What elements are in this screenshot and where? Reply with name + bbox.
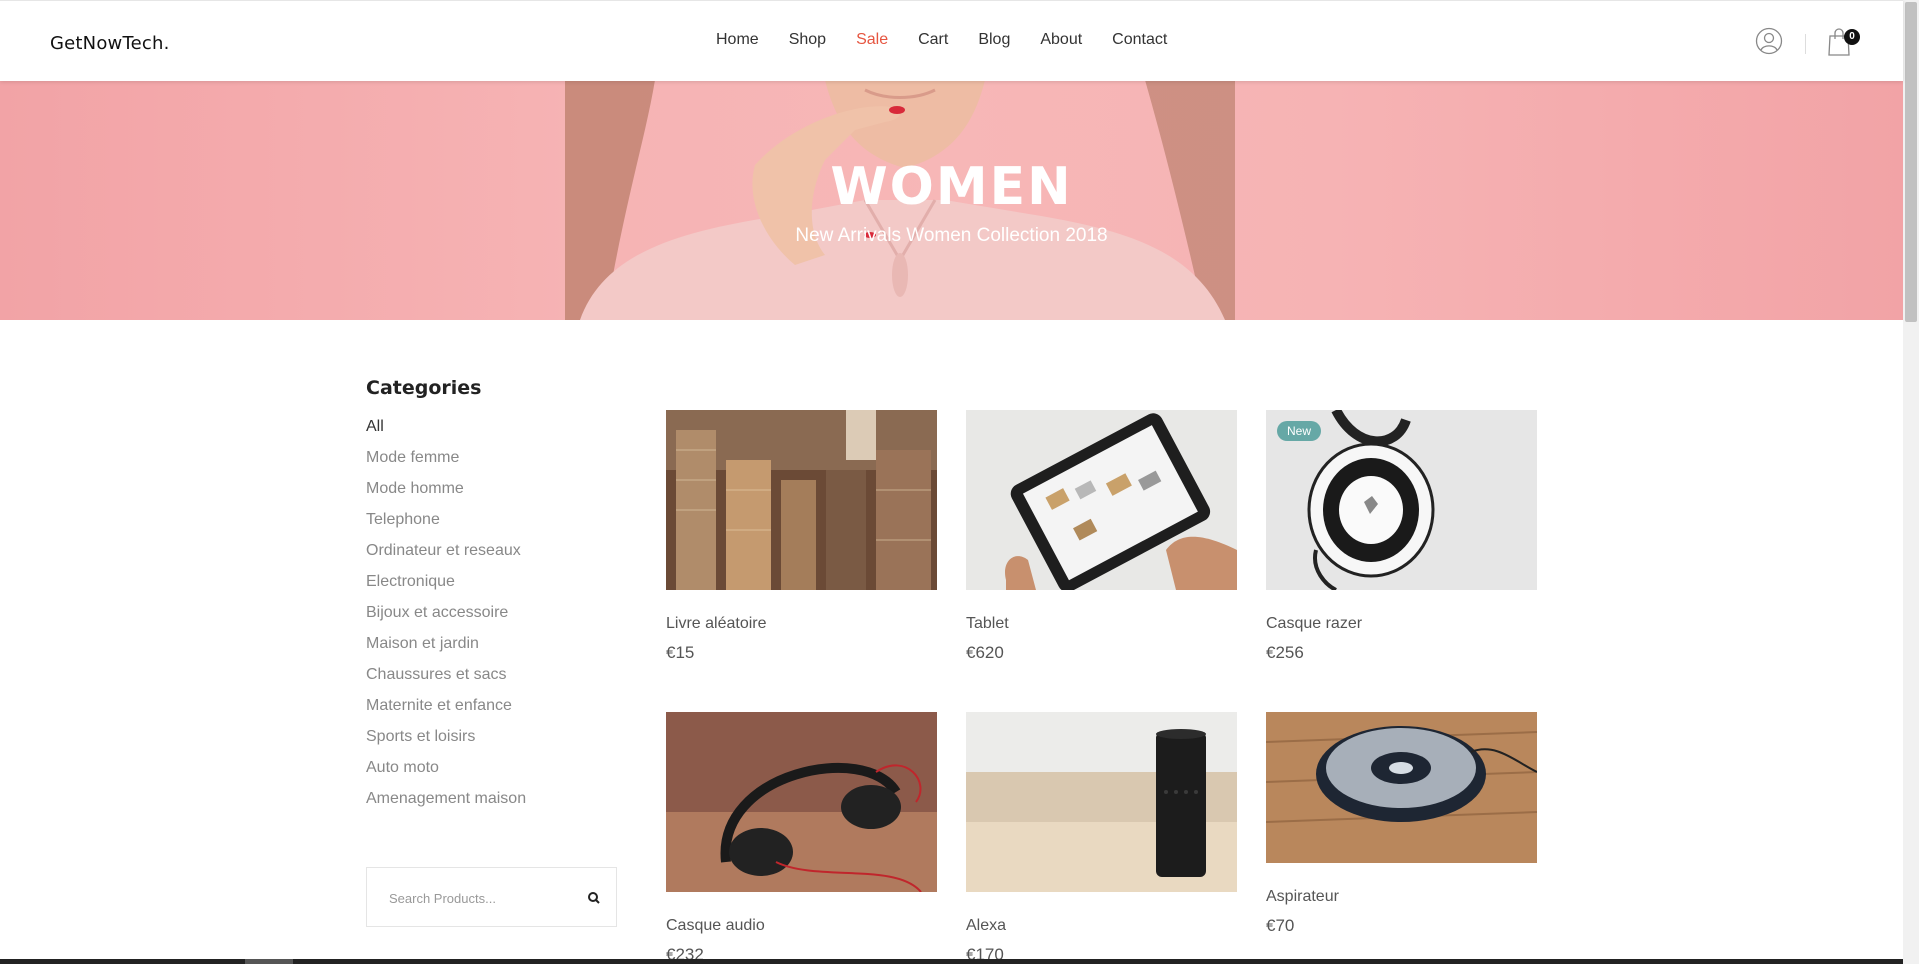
nav-blog[interactable]: Blog	[978, 31, 1010, 49]
category-all[interactable]: All	[366, 417, 526, 448]
site-header: GetNowTech. Home Shop Sale Cart Blog Abo…	[0, 0, 1903, 81]
search-input[interactable]	[389, 886, 569, 910]
product-name[interactable]: Casque audio	[666, 917, 937, 937]
nav-cart[interactable]: Cart	[918, 31, 948, 49]
product-price: €70	[1266, 916, 1295, 935]
nav-sale[interactable]: Sale	[856, 31, 888, 49]
product-card[interactable]: Tablet €620	[966, 410, 1237, 663]
site-logo[interactable]: GetNowTech.	[50, 33, 170, 54]
product-name[interactable]: Livre aléatoire	[666, 615, 937, 635]
product-image-books[interactable]	[666, 410, 937, 590]
bottom-bar	[0, 959, 1903, 964]
product-card[interactable]: Livre aléatoire €15	[666, 410, 937, 663]
category-maternite[interactable]: Maternite et enfance	[366, 696, 526, 727]
category-list: All Mode femme Mode homme Telephone Ordi…	[366, 417, 526, 820]
hero-subtitle: New Arrivals Women Collection 2018	[795, 225, 1108, 246]
search-icon[interactable]	[583, 887, 605, 909]
product-name[interactable]: Casque razer	[1266, 615, 1537, 635]
category-ordinateur[interactable]: Ordinateur et reseaux	[366, 541, 526, 572]
product-image-alexa[interactable]	[966, 712, 1237, 892]
user-circle-icon[interactable]	[1755, 27, 1783, 55]
category-electronique[interactable]: Electronique	[366, 572, 526, 603]
nav-about[interactable]: About	[1040, 31, 1082, 49]
new-badge: New	[1277, 421, 1322, 441]
header-divider	[1805, 34, 1806, 54]
product-card[interactable]: New Casque razer €256	[1266, 410, 1537, 663]
product-card[interactable]: Casque audio €232	[666, 712, 937, 964]
product-name[interactable]: Aspirateur	[1266, 888, 1537, 908]
category-mode-homme[interactable]: Mode homme	[366, 479, 526, 510]
product-price: €620	[966, 643, 1004, 662]
nav-home[interactable]: Home	[716, 31, 759, 49]
category-auto-moto[interactable]: Auto moto	[366, 758, 526, 789]
product-search-box	[366, 867, 617, 927]
scrollbar-thumb[interactable]	[1905, 2, 1917, 322]
product-name[interactable]: Tablet	[966, 615, 1237, 635]
category-telephone[interactable]: Telephone	[366, 510, 526, 541]
product-image-robot-vacuum[interactable]	[1266, 712, 1537, 863]
category-bijoux[interactable]: Bijoux et accessoire	[366, 603, 526, 634]
product-image-audio-headphones[interactable]	[666, 712, 937, 892]
category-sports[interactable]: Sports et loisirs	[366, 727, 526, 758]
categories-heading: Categories	[366, 377, 482, 399]
hero-title: WOMEN	[830, 157, 1073, 217]
product-price: €15	[666, 643, 695, 662]
product-name[interactable]: Alexa	[966, 917, 1237, 937]
nav-shop[interactable]: Shop	[789, 31, 826, 49]
product-card[interactable]: Aspirateur €70	[1266, 712, 1537, 936]
category-amenagement[interactable]: Amenagement maison	[366, 789, 526, 820]
product-price: €256	[1266, 643, 1304, 662]
category-mode-femme[interactable]: Mode femme	[366, 448, 526, 479]
product-image-tablet[interactable]	[966, 410, 1237, 590]
main-nav: Home Shop Sale Cart Blog About Contact	[716, 31, 1197, 49]
category-chaussures[interactable]: Chaussures et sacs	[366, 665, 526, 696]
nav-contact[interactable]: Contact	[1112, 31, 1167, 49]
cart-count-badge: 0	[1844, 29, 1860, 45]
hero-banner: WOMEN New Arrivals Women Collection 2018	[0, 80, 1903, 320]
category-maison[interactable]: Maison et jardin	[366, 634, 526, 665]
product-card[interactable]: Alexa €170	[966, 712, 1237, 964]
product-image-razer-headset[interactable]: New	[1266, 410, 1537, 590]
page-scrollbar[interactable]	[1903, 0, 1919, 964]
